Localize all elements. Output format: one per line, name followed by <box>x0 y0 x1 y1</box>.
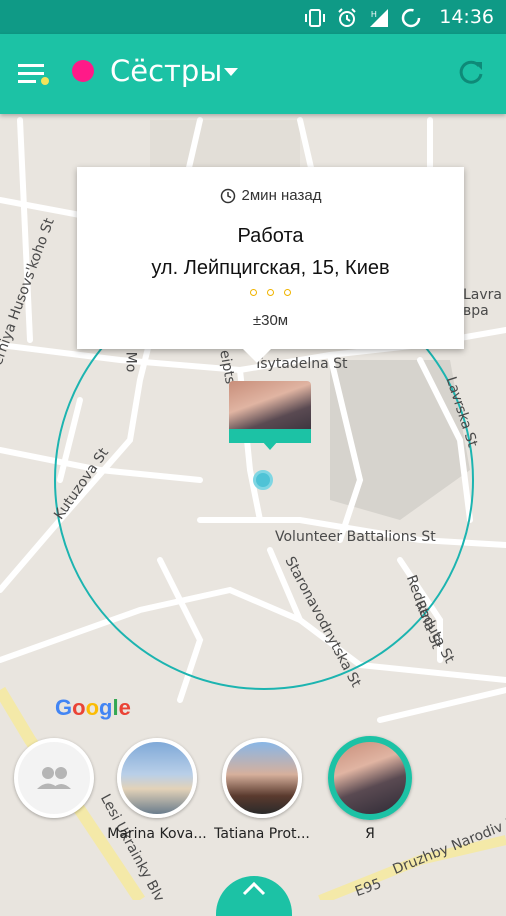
location-dot <box>253 470 273 490</box>
member-label: Marina Kova... <box>107 826 207 842</box>
status-icons: H <box>304 7 422 29</box>
svg-text:H: H <box>371 10 377 19</box>
street-label: Lavra <box>463 287 502 303</box>
battery-icon <box>401 8 421 28</box>
street-label: Mo <box>122 351 139 373</box>
signal-h-icon: H <box>370 9 388 27</box>
members-bar: Marina Kova... Tatiana Prot... Я <box>0 730 506 900</box>
street-label: вра <box>463 303 489 319</box>
alarm-icon <box>338 8 356 27</box>
user-pin[interactable] <box>229 381 311 461</box>
accuracy-dots <box>77 289 464 296</box>
time-ago: 2мин назад <box>241 187 322 204</box>
status-bar: H 14:36 <box>0 0 506 34</box>
address: ул. Лейпцигская, 15, Киев <box>151 257 390 279</box>
place-name: Работа <box>237 225 304 247</box>
member-avatar-marina[interactable] <box>117 738 197 818</box>
chevron-up-icon <box>242 881 266 896</box>
group-members-button[interactable] <box>14 738 94 818</box>
pin-tip <box>262 441 278 450</box>
member-avatar-tatiana[interactable] <box>222 738 302 818</box>
group-color-dot <box>72 60 94 82</box>
refresh-icon[interactable] <box>456 58 486 88</box>
street-label: Volunteer Battalions St <box>275 529 436 545</box>
accuracy: ±30м <box>252 312 289 329</box>
member-label: Я <box>365 826 375 842</box>
member-avatar-me[interactable] <box>328 736 412 820</box>
clock: 14:36 <box>439 6 494 28</box>
expand-button[interactable] <box>216 876 292 916</box>
clock-icon <box>220 188 235 203</box>
member-label: Tatiana Prot... <box>214 826 310 842</box>
people-icon <box>37 767 71 789</box>
location-popup[interactable]: 2мин назад Работа ул. Лейпцигская, 15, К… <box>77 167 464 363</box>
time-ago-row: 2мин назад <box>77 187 464 204</box>
menu-icon[interactable] <box>18 60 52 90</box>
app-bar: Сёстры <box>0 34 506 114</box>
group-title[interactable]: Сёстры <box>110 54 222 88</box>
google-logo: Google <box>55 695 131 720</box>
dropdown-caret-icon[interactable] <box>224 68 238 76</box>
vibrate-icon <box>305 9 325 27</box>
